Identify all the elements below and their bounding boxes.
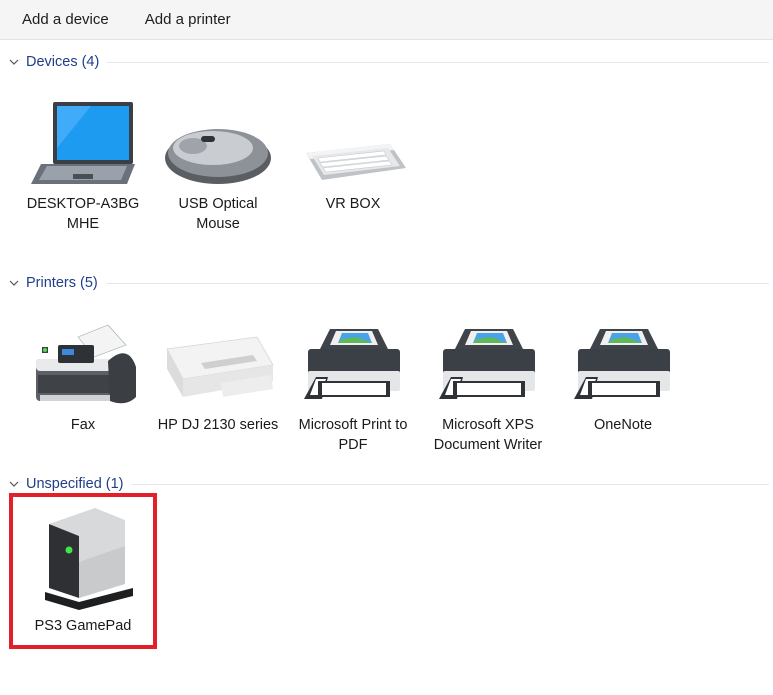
group-divider xyxy=(131,483,769,485)
selection-highlight-box xyxy=(9,493,157,649)
printer-label: Fax xyxy=(70,417,96,433)
printer-tile-onenote[interactable]: OneNote xyxy=(561,319,685,435)
group-header-printers[interactable]: Printers (5) xyxy=(0,272,773,294)
chevron-down-icon xyxy=(9,481,19,487)
device-tile-vr-box[interactable]: VR BOX xyxy=(291,98,415,214)
group-title: Printers (5) xyxy=(26,275,98,291)
printer-tile-hp-dj-2130[interactable]: HP DJ 2130 series xyxy=(156,319,280,435)
device-tile-desktop[interactable]: DESKTOP-A3BG MHE xyxy=(21,98,145,234)
chevron-down-icon xyxy=(9,59,19,65)
printer-label: Microsoft XPS Document Writer xyxy=(433,417,543,453)
group-header-unspecified[interactable]: Unspecified (1) xyxy=(0,473,773,495)
group-title: Unspecified (1) xyxy=(26,476,124,492)
device-label: DESKTOP-A3BG MHE xyxy=(26,196,140,232)
laptop-icon xyxy=(31,102,135,184)
command-bar: Add a device Add a printer xyxy=(0,0,773,40)
printer-label: OneNote xyxy=(593,417,653,433)
printer-tile-microsoft-xps[interactable]: Microsoft XPS Document Writer xyxy=(426,319,550,455)
chevron-down-icon xyxy=(9,280,19,286)
mouse-icon xyxy=(165,129,271,184)
printer-tile-microsoft-print-to-pdf[interactable]: Microsoft Print to PDF xyxy=(291,319,415,455)
add-device-button[interactable]: Add a device xyxy=(12,5,119,34)
group-title: Devices (4) xyxy=(26,54,100,70)
printer-icon xyxy=(165,336,274,397)
printer-icon xyxy=(439,329,535,399)
printer-label: Microsoft Print to PDF xyxy=(298,417,408,453)
printer-icon xyxy=(304,329,400,399)
fax-icon xyxy=(36,324,136,404)
device-label: VR BOX xyxy=(325,196,381,212)
keyboard-icon xyxy=(306,144,406,180)
group-divider xyxy=(105,282,769,284)
device-label: USB Optical Mouse xyxy=(178,196,258,232)
group-divider xyxy=(107,61,769,63)
group-header-devices[interactable]: Devices (4) xyxy=(0,51,773,73)
printer-tile-fax[interactable]: Fax xyxy=(21,319,145,435)
device-tile-usb-mouse[interactable]: USB Optical Mouse xyxy=(156,98,280,234)
add-printer-button[interactable]: Add a printer xyxy=(135,5,241,34)
printer-icon xyxy=(574,329,670,399)
printer-label: HP DJ 2130 series xyxy=(157,417,279,433)
